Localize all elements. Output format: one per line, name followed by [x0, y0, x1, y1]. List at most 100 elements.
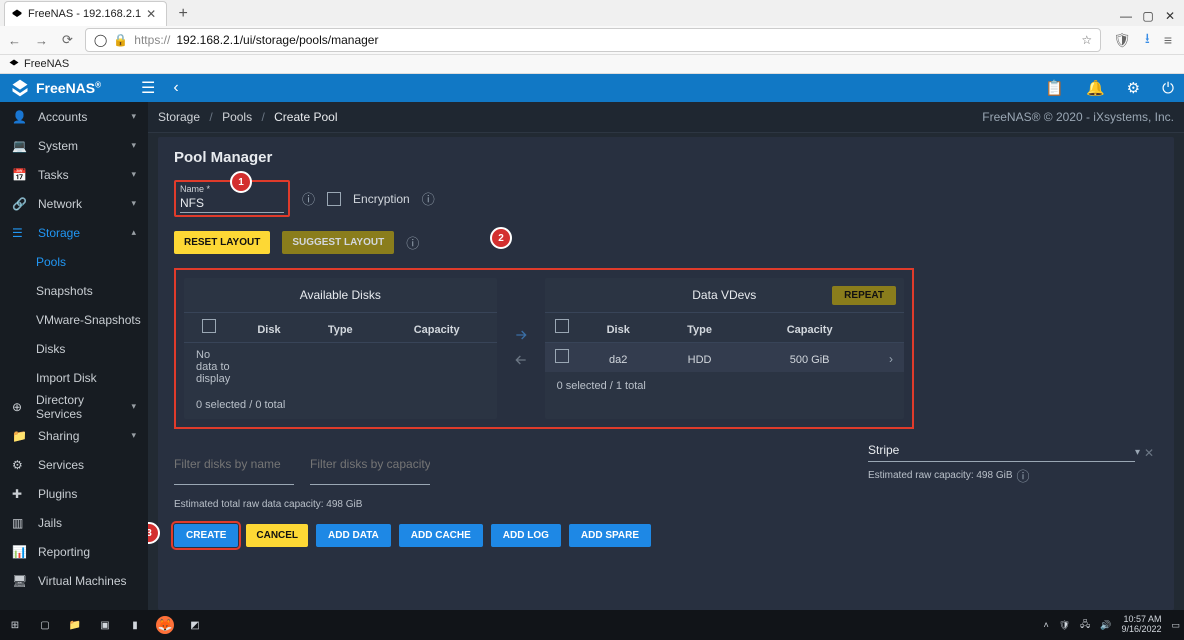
select-all-checkbox[interactable]: [202, 319, 216, 333]
window-maximize-button[interactable]: ▢: [1138, 6, 1158, 26]
storage-icon: ☰: [12, 226, 26, 240]
create-button[interactable]: CREATE: [174, 524, 238, 547]
filter-capacity-input[interactable]: [310, 443, 430, 485]
terminal-icon[interactable]: ▮: [124, 614, 146, 636]
new-tab-button[interactable]: +: [171, 2, 195, 26]
firefox-icon[interactable]: 🦊: [154, 614, 176, 636]
window-minimize-button[interactable]: —: [1116, 6, 1136, 26]
select-all-checkbox[interactable]: [555, 319, 569, 333]
col-type: Type: [658, 313, 741, 343]
nav-back-icon[interactable]: ←: [8, 33, 21, 48]
add-cache-button[interactable]: ADD CACHE: [399, 524, 483, 547]
app-icon[interactable]: ◩: [184, 614, 206, 636]
chevron-left-icon[interactable]: ‹: [173, 79, 178, 97]
help-icon[interactable]: ⓘ: [406, 233, 419, 252]
sidebar-item-reporting[interactable]: 📊 Reporting: [0, 537, 148, 566]
clipboard-icon[interactable]: 📋: [1045, 79, 1064, 97]
sidebar-item-sharing[interactable]: 📁 Sharing ▾: [0, 421, 148, 450]
sidebar-sub-disks[interactable]: Disks: [0, 334, 148, 363]
sidebar-item-storage[interactable]: ☰ Storage ▴: [0, 218, 148, 247]
url-text: 192.168.2.1/ui/storage/pools/manager: [176, 33, 378, 47]
sidebar-sub-pools[interactable]: Pools: [0, 247, 148, 276]
tab-title: FreeNAS - 192.168.2.1: [28, 8, 141, 20]
window-close-button[interactable]: ✕: [1160, 6, 1180, 26]
sidebar-item-system[interactable]: 💻 System ▾: [0, 131, 148, 160]
tray-security-icon[interactable]: 🛡: [1059, 620, 1070, 631]
row-checkbox[interactable]: [555, 349, 569, 363]
nav-forward-icon[interactable]: →: [35, 33, 48, 48]
sidebar-item-tasks[interactable]: 📅 Tasks ▾: [0, 160, 148, 189]
pool-name-input[interactable]: [180, 194, 284, 213]
add-log-button[interactable]: ADD LOG: [491, 524, 561, 547]
app-icon[interactable]: ▣: [94, 614, 116, 636]
nav-reload-icon[interactable]: ⟳: [62, 32, 73, 48]
table-row[interactable]: da2 HDD 500 GiB ›: [545, 343, 904, 373]
reset-layout-button[interactable]: RESET LAYOUT: [174, 231, 270, 254]
sidebar-sub-snapshots[interactable]: Snapshots: [0, 276, 148, 305]
chevron-right-icon[interactable]: ›: [878, 343, 904, 373]
app-root: FreeNAS® ☰ ‹ 📋 🔔 ⚙ ⏻ 👤 Accounts ▾: [0, 74, 1184, 610]
bell-icon[interactable]: 🔔: [1086, 79, 1105, 97]
help-icon[interactable]: ⓘ: [1017, 466, 1030, 485]
file-explorer-icon[interactable]: 📁: [64, 614, 86, 636]
downloads-icon[interactable]: ⭳: [1145, 28, 1150, 52]
arrow-right-icon[interactable]: [513, 327, 529, 346]
sidebar-item-services[interactable]: ⚙ Services: [0, 450, 148, 479]
browser-tab[interactable]: FreeNAS - 192.168.2.1 ✕: [4, 1, 167, 26]
help-icon[interactable]: ⓘ: [302, 189, 315, 208]
notification-center-icon[interactable]: ▭: [1171, 620, 1180, 631]
sidebar-item-virtual-machines[interactable]: 🖥 Virtual Machines: [0, 566, 148, 595]
url-bar[interactable]: ◯ 🔒 https://192.168.2.1/ui/storage/pools…: [85, 28, 1101, 52]
chevron-down-icon: ▾: [131, 111, 136, 122]
add-data-button[interactable]: ADD DATA: [316, 524, 391, 547]
page-title: Pool Manager: [174, 149, 1158, 166]
bookmark-item[interactable]: FreeNAS: [24, 58, 69, 70]
repeat-button[interactable]: REPEAT: [832, 286, 896, 305]
app-menu-icon[interactable]: ≡: [1164, 32, 1172, 48]
breadcrumb-storage[interactable]: Storage: [158, 110, 200, 124]
tray-network-icon[interactable]: 🖧: [1080, 617, 1090, 633]
tray-volume-icon[interactable]: 🔊: [1100, 620, 1111, 631]
arrow-left-icon[interactable]: [513, 352, 529, 371]
add-spare-button[interactable]: ADD SPARE: [569, 524, 651, 547]
sidebar-item-accounts[interactable]: 👤 Accounts ▾: [0, 102, 148, 131]
start-button[interactable]: ⊞: [4, 614, 26, 636]
encryption-checkbox[interactable]: [327, 192, 341, 206]
sidebar-item-label: Tasks: [38, 168, 69, 182]
chevron-down-icon: ▾: [131, 430, 136, 441]
tray-chevron-up-icon[interactable]: ˄: [1043, 620, 1048, 630]
cancel-button[interactable]: CANCEL: [246, 524, 308, 547]
estimated-total-capacity: Estimated total raw data capacity: 498 G…: [174, 499, 1158, 510]
browser-toolbar: ← → ⟳ ◯ 🔒 https://192.168.2.1/ui/storage…: [0, 26, 1184, 55]
layout-remove-icon[interactable]: ✕: [1140, 446, 1158, 460]
sidebar-sub-vmware-snapshots[interactable]: VMware-Snapshots: [0, 305, 148, 334]
sidebar-sub-import-disk[interactable]: Import Disk: [0, 363, 148, 392]
col-disk: Disk: [579, 313, 658, 343]
calendar-icon: 📅: [12, 168, 26, 182]
gear-icon[interactable]: ⚙: [1127, 79, 1140, 97]
bookmark-star-icon[interactable]: ☆: [1081, 33, 1092, 47]
annotation-1: 1: [230, 171, 252, 193]
suggest-layout-button[interactable]: SUGGEST LAYOUT: [282, 231, 394, 254]
filter-name-input[interactable]: [174, 443, 294, 485]
power-icon[interactable]: ⏻: [1162, 80, 1174, 97]
sidebar-item-directory-services[interactable]: ⊕ Directory Services ▾: [0, 392, 148, 421]
sidebar-item-network[interactable]: 🔗 Network ▾: [0, 189, 148, 218]
plugin-icon: ✚: [12, 487, 26, 501]
layout-select[interactable]: Stripe ▾ ✕: [868, 443, 1158, 462]
help-icon[interactable]: ⓘ: [422, 189, 435, 208]
reader-shield-icon[interactable]: 🛡: [1113, 32, 1131, 49]
system-clock[interactable]: 10:57 AM 9/16/2022: [1121, 615, 1161, 635]
task-view-icon[interactable]: ▢: [34, 614, 56, 636]
menu-icon[interactable]: ☰: [141, 78, 155, 98]
brand-name: FreeNAS®: [36, 80, 101, 96]
clock-date: 9/16/2022: [1121, 625, 1161, 635]
cell-capacity: 500 GiB: [741, 343, 878, 373]
annotation-2: 2: [490, 227, 512, 249]
brand[interactable]: FreeNAS®: [10, 78, 101, 98]
sidebar-item-jails[interactable]: ▥ Jails: [0, 508, 148, 537]
breadcrumb-pools[interactable]: Pools: [222, 110, 252, 124]
sidebar-item-plugins[interactable]: ✚ Plugins: [0, 479, 148, 508]
tab-close-icon[interactable]: ✕: [146, 7, 156, 21]
sidebar-item-label: Storage: [38, 226, 80, 240]
